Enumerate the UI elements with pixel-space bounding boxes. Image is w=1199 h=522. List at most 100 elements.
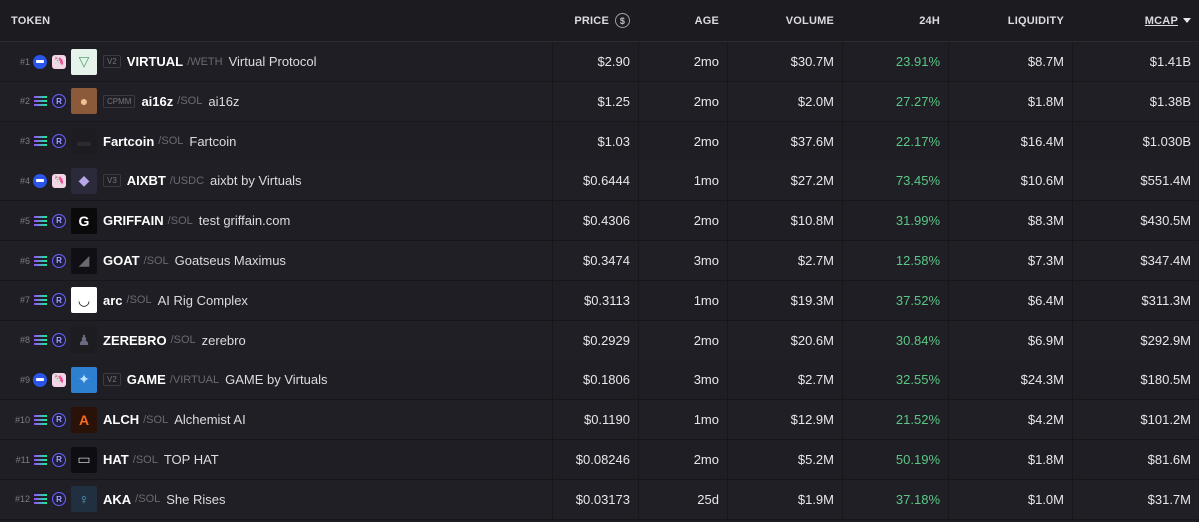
change-24h-cell: 22.17% [842,121,948,161]
token-cell[interactable]: #10 R A ALCH /SOL Alchemist AI [0,400,560,439]
solana-chain-icon [33,413,47,427]
raydium-icon: R [52,94,66,109]
token-cell[interactable]: #8 R ♟ ZEREBRO /SOL zerebro [0,321,560,360]
liquidity-cell: $10.6M [948,161,1072,201]
dex-version-badge: V2 [103,373,121,387]
token-name: TOP HAT [163,452,219,467]
token-name: GAME by Virtuals [225,372,328,388]
raydium-icon: R [52,492,66,507]
rank: #11 [15,454,30,465]
token-pair: /SOL [170,334,196,347]
table-row[interactable]: #2 R ● CPMM ai16z /SOL ai16z $1.25 2mo $… [0,81,1199,122]
rank: #3 [19,136,30,147]
solana-chain-icon [33,293,47,307]
header-liquidity[interactable]: LIQUIDITY [948,0,1072,41]
header-mcap[interactable]: MCAP [1072,0,1199,41]
token-pair: /SOL [135,493,161,506]
base-chain-icon [33,173,47,188]
token-pair: /SOL [126,294,152,307]
age-cell: 2mo [638,81,727,121]
token-cell[interactable]: #3 R ▬ Fartcoin /SOL Fartcoin [0,122,560,161]
token-cell[interactable]: #4 🦄 ◆ V3 AIXBT /USDC aixbt by Virtuals [0,161,560,200]
token-table: TOKEN PRICE $ AGE VOLUME 24H LIQUIDITY M… [0,0,1199,522]
token-symbol: HAT [103,452,129,467]
table-row[interactable]: #4 🦄 ◆ V3 AIXBT /USDC aixbt by Virtuals … [0,161,1199,202]
caret-down-icon [1183,18,1191,23]
token-symbol: GRIFFAIN [103,213,164,229]
zerebro-logo-icon: ♟ [71,327,97,354]
price-cell: $0.6444 [552,161,638,201]
token-cell[interactable]: #5 R G GRIFFAIN /SOL test griffain.com [0,201,560,240]
dex-version-badge: V2 [103,55,121,68]
dex-version-badge: CPMM [103,94,136,108]
header-price[interactable]: PRICE $ [552,0,638,41]
change-24h-cell: 30.84% [842,320,948,360]
table-row[interactable]: #8 R ♟ ZEREBRO /SOL zerebro $0.2929 2mo … [0,320,1199,361]
token-cell[interactable]: #12 R ♀ AKA /SOL She Rises [0,480,560,519]
volume-cell: $2.7M [727,360,842,400]
liquidity-cell: $1.8M [948,81,1072,121]
header-volume[interactable]: VOLUME [727,0,842,41]
rank: #10 [14,414,30,425]
table-row[interactable]: #7 R ◡ arc /SOL AI Rig Complex $0.3113 1… [0,280,1199,321]
token-cell[interactable]: #2 R ● CPMM ai16z /SOL ai16z [0,82,560,121]
table-row[interactable]: #10 R A ALCH /SOL Alchemist AI $0.1190 1… [0,400,1199,441]
mcap-cell: $1.41B [1072,42,1199,81]
table-row[interactable]: #12 R ♀ AKA /SOL She Rises $0.03173 25d … [0,479,1199,520]
table-row[interactable]: #3 R ▬ Fartcoin /SOL Fartcoin $1.03 2mo … [0,121,1199,162]
raydium-icon: R [52,452,66,467]
mcap-cell: $101.2M [1072,400,1199,440]
table-row[interactable]: #1 🦄 ▽ V2 VIRTUAL /WETH Virtual Protocol… [0,42,1199,82]
token-symbol: VIRTUAL [126,54,184,69]
table-row[interactable]: #11 R ▭ HAT /SOL TOP HAT $0.08246 2mo $5… [0,440,1199,480]
token-pair: /VIRTUAL [169,373,220,386]
token-pair: /USDC [169,174,205,187]
liquidity-cell: $24.3M [948,360,1072,400]
griffain-logo-icon: G [71,207,97,234]
price-cell: $0.3474 [552,241,638,280]
solana-chain-icon [33,453,47,467]
token-pair: /SOL [177,95,203,108]
rank: #7 [19,295,30,306]
token-cell[interactable]: #7 R ◡ arc /SOL AI Rig Complex [0,281,560,320]
mcap-cell: $1.38B [1072,81,1199,121]
token-name: test griffain.com [198,213,291,229]
age-cell: 1mo [638,400,727,440]
token-pair: /SOL [143,254,169,267]
token-cell[interactable]: #11 R ▭ HAT /SOL TOP HAT [0,440,560,479]
table-row[interactable]: #6 R ◢ GOAT /SOL Goatseus Maximus $0.347… [0,241,1199,281]
header-age[interactable]: AGE [638,0,727,41]
change-24h-cell: 73.45% [842,161,948,201]
change-24h-cell: 37.18% [842,479,948,519]
uniswap-icon: 🦄 [52,372,66,387]
age-cell: 2mo [638,42,727,81]
table-row[interactable]: #5 R G GRIFFAIN /SOL test griffain.com $… [0,201,1199,242]
token-pair: /SOL [132,453,158,466]
solana-chain-icon [33,214,47,228]
rank: #12 [14,494,30,505]
token-cell[interactable]: #1 🦄 ▽ V2 VIRTUAL /WETH Virtual Protocol [0,42,560,81]
token-cell[interactable]: #6 R ◢ GOAT /SOL Goatseus Maximus [0,241,560,280]
volume-cell: $10.8M [727,201,842,241]
dollar-circle-icon[interactable]: $ [615,13,630,28]
volume-cell: $19.3M [727,280,842,320]
liquidity-cell: $6.9M [948,320,1072,360]
aka-logo-icon: ♀ [71,486,97,513]
age-cell: 3mo [638,241,727,280]
table-row[interactable]: #9 🦄 ✦ V2 GAME /VIRTUAL GAME by Virtuals… [0,360,1199,401]
change-24h-cell: 37.52% [842,280,948,320]
token-cell[interactable]: #9 🦄 ✦ V2 GAME /VIRTUAL GAME by Virtuals [0,360,560,399]
token-name: ai16z [208,93,240,109]
token-name: Goatseus Maximus [174,253,286,268]
mcap-cell: $292.9M [1072,320,1199,360]
raydium-icon: R [52,293,66,308]
header-24h[interactable]: 24H [842,0,948,41]
liquidity-cell: $4.2M [948,400,1072,440]
token-symbol: ZEREBRO [103,332,167,348]
aixbt-logo-icon: ◆ [71,167,97,194]
raydium-icon: R [52,134,66,149]
raydium-icon: R [52,213,66,228]
header-token[interactable]: TOKEN [11,15,50,27]
liquidity-cell: $1.8M [948,440,1072,479]
volume-cell: $30.7M [727,42,842,81]
